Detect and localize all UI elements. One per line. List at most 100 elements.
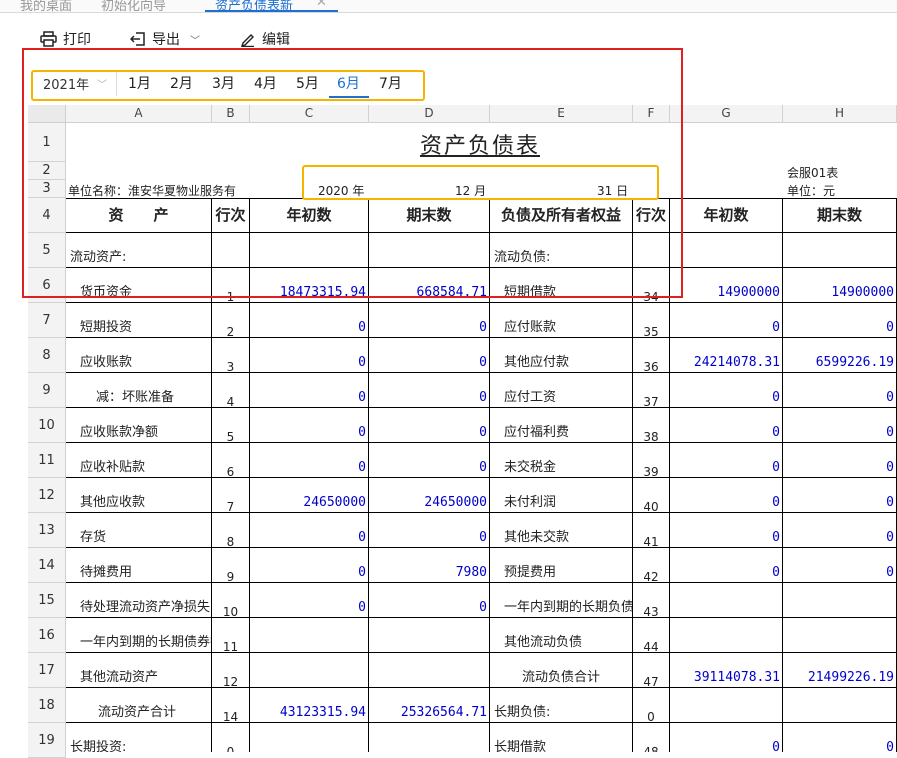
column-header-f[interactable]: F <box>633 105 670 123</box>
month-tab-4[interactable]: 4月 <box>254 73 277 93</box>
tab-close-icon[interactable]: ✕ <box>316 0 327 10</box>
cell-E[interactable]: 应付工资 <box>490 373 633 408</box>
cell-H[interactable] <box>783 583 897 618</box>
cell-H[interactable]: 0 <box>783 373 897 408</box>
cell-C[interactable]: 0 <box>250 373 369 408</box>
row-header[interactable]: 16 <box>28 618 66 653</box>
cell-F[interactable] <box>633 233 670 268</box>
column-header-a[interactable]: A <box>66 105 212 123</box>
month-tab-1[interactable]: 1月 <box>128 73 151 93</box>
row-header[interactable]: 2 <box>28 162 66 180</box>
edit-button[interactable]: 编辑 <box>240 28 290 50</box>
cell-F[interactable]: 47 <box>633 653 670 688</box>
cell-D[interactable]: 668584.71 <box>369 268 490 303</box>
cell-E[interactable]: 短期借款 <box>490 268 633 303</box>
cell-G[interactable]: 0 <box>670 513 783 548</box>
cell-B[interactable]: 10 <box>212 583 250 618</box>
cell-C[interactable]: 0 <box>250 303 369 338</box>
cell-D[interactable]: 0 <box>369 408 490 443</box>
cell-G[interactable] <box>670 618 783 653</box>
row-header[interactable]: 1 <box>28 123 66 162</box>
cell-B[interactable]: 0 <box>212 723 250 752</box>
cell-G[interactable]: 24214078.31 <box>670 338 783 373</box>
cell-F[interactable]: 44 <box>633 618 670 653</box>
row-header[interactable]: 11 <box>28 443 66 478</box>
cell-F[interactable]: 48 <box>633 723 670 752</box>
cell-H[interactable] <box>783 688 897 723</box>
cell-D[interactable]: 0 <box>369 373 490 408</box>
print-button[interactable]: 打印 <box>40 28 91 50</box>
cell-B[interactable] <box>212 233 250 268</box>
cell-B[interactable]: 7 <box>212 478 250 513</box>
cell-E[interactable]: 长期负债: <box>490 688 633 723</box>
cell-E[interactable]: 其他流动负债 <box>490 618 633 653</box>
cell-F[interactable]: 38 <box>633 408 670 443</box>
cell-C[interactable]: 43123315.94 <box>250 688 369 723</box>
column-header-e[interactable]: E <box>490 105 633 123</box>
cell-G[interactable]: 0 <box>670 548 783 583</box>
cell-C[interactable]: 0 <box>250 513 369 548</box>
cell-H[interactable]: 0 <box>783 478 897 513</box>
row-header[interactable]: 18 <box>28 688 66 723</box>
cell-G[interactable]: 0 <box>670 478 783 513</box>
cell-E[interactable]: 其他应付款 <box>490 338 633 373</box>
cell-G[interactable] <box>670 583 783 618</box>
cell-D[interactable]: 24650000 <box>369 478 490 513</box>
row-header[interactable]: 4 <box>28 198 66 233</box>
row-header[interactable]: 7 <box>28 303 66 338</box>
cell-A[interactable]: 应收补贴款 <box>66 443 212 478</box>
cell-D[interactable]: 0 <box>369 513 490 548</box>
cell-F[interactable]: 42 <box>633 548 670 583</box>
tab-my-desktop[interactable]: 我的桌面 <box>20 0 72 12</box>
cell-G[interactable] <box>670 688 783 723</box>
cell-D[interactable]: 7980 <box>369 548 490 583</box>
month-tab-5[interactable]: 5月 <box>296 73 319 93</box>
cell-G[interactable]: 0 <box>670 443 783 478</box>
cell-F[interactable]: 0 <box>633 688 670 723</box>
cell-E[interactable]: 未付利润 <box>490 478 633 513</box>
cell-F[interactable]: 41 <box>633 513 670 548</box>
cell-C[interactable]: 0 <box>250 338 369 373</box>
cell-A[interactable]: 其他应收款 <box>66 478 212 513</box>
export-button[interactable]: 导出 ﹀ <box>130 28 200 50</box>
cell-E[interactable]: 未交税金 <box>490 443 633 478</box>
cell-A[interactable]: 待处理流动资产净损失 <box>66 583 212 618</box>
cell-D[interactable]: 25326564.71 <box>369 688 490 723</box>
row-header[interactable]: 8 <box>28 338 66 373</box>
cell-C[interactable]: 0 <box>250 443 369 478</box>
cell-D[interactable]: 0 <box>369 303 490 338</box>
cell-C[interactable]: 24650000 <box>250 478 369 513</box>
cell-C[interactable]: 0 <box>250 583 369 618</box>
cell-A[interactable]: 流动资产合计 <box>66 688 212 723</box>
month-tab-6[interactable]: 6月 <box>337 73 360 93</box>
column-header-g[interactable]: G <box>670 105 783 123</box>
cell-B[interactable]: 2 <box>212 303 250 338</box>
cell-E[interactable]: 长期借款 <box>490 723 633 752</box>
row-header[interactable]: 14 <box>28 548 66 583</box>
cell-B[interactable]: 3 <box>212 338 250 373</box>
cell-F[interactable]: 40 <box>633 478 670 513</box>
row-header[interactable]: 3 <box>28 180 66 198</box>
cell-B[interactable]: 14 <box>212 688 250 723</box>
cell-B[interactable]: 12 <box>212 653 250 688</box>
cell-A[interactable]: 应收账款 <box>66 338 212 373</box>
cell-A[interactable]: 存货 <box>66 513 212 548</box>
cell-B[interactable]: 4 <box>212 373 250 408</box>
cell-C[interactable] <box>250 723 369 752</box>
cell-A[interactable]: 货币资金 <box>66 268 212 303</box>
cell-E[interactable]: 流动负债合计 <box>490 653 633 688</box>
cell-E[interactable]: 应付账款 <box>490 303 633 338</box>
column-header-h[interactable]: H <box>783 105 897 123</box>
cell-A[interactable]: 一年内到期的长期债券投资 <box>66 618 212 653</box>
cell-B[interactable]: 9 <box>212 548 250 583</box>
column-header-b[interactable]: B <box>212 105 250 123</box>
cell-F[interactable]: 39 <box>633 443 670 478</box>
cell-D[interactable]: 0 <box>369 583 490 618</box>
cell-A[interactable]: 长期投资: <box>66 723 212 752</box>
cell-B[interactable]: 6 <box>212 443 250 478</box>
cell-E[interactable]: 应付福利费 <box>490 408 633 443</box>
cell-C[interactable]: 0 <box>250 548 369 583</box>
row-header[interactable]: 15 <box>28 583 66 618</box>
cell-B[interactable]: 8 <box>212 513 250 548</box>
cell-C[interactable]: 18473315.94 <box>250 268 369 303</box>
